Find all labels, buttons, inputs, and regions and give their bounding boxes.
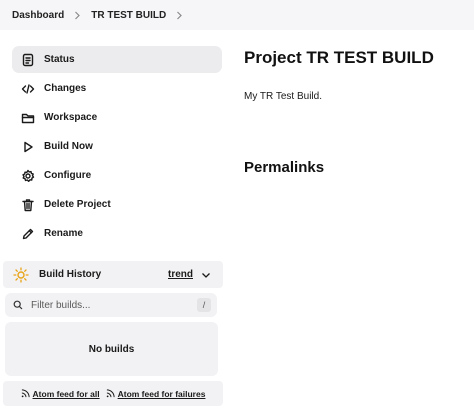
permalinks-heading: Permalinks — [244, 159, 325, 176]
pencil-icon — [21, 227, 35, 241]
sidebar-item-label: Changes — [44, 83, 87, 94]
sidebar-item-label: Build Now — [44, 141, 93, 152]
sidebar-item-delete-project[interactable]: Delete Project — [12, 191, 222, 218]
chevron-right-icon — [74, 11, 81, 20]
main-content: Project TR TEST BUILD My TR Test Build. … — [244, 48, 464, 176]
sidebar-item-label: Delete Project — [44, 199, 111, 210]
atom-feeds: Atom feed for all Atom feed for failures — [3, 381, 223, 406]
breadcrumb: Dashboard TR TEST BUILD — [0, 0, 474, 30]
folder-icon — [21, 111, 35, 125]
sun-icon — [13, 266, 29, 283]
chevron-down-icon[interactable] — [201, 270, 211, 280]
sidebar-item-rename[interactable]: Rename — [12, 220, 222, 247]
build-history-header: Build History trend — [3, 261, 223, 288]
build-history-title: Build History — [39, 269, 102, 280]
sidebar-item-status[interactable]: Status — [12, 46, 222, 73]
sidebar-item-configure[interactable]: Configure — [12, 162, 222, 189]
page-title: Project TR TEST BUILD — [244, 48, 434, 67]
filter-builds: / — [5, 293, 217, 317]
sidebar-item-label: Rename — [44, 228, 83, 239]
sidebar-item-workspace[interactable]: Workspace — [12, 104, 222, 131]
search-icon — [13, 300, 23, 310]
chevron-right-icon[interactable] — [176, 11, 183, 20]
rss-icon — [21, 389, 30, 398]
trash-icon — [21, 198, 35, 212]
breadcrumb-dashboard[interactable]: Dashboard — [12, 10, 64, 21]
atom-feed-all-link[interactable]: Atom feed for all — [21, 389, 100, 399]
filter-builds-input[interactable] — [31, 299, 191, 311]
sidebar-item-label: Configure — [44, 170, 92, 181]
atom-feed-failures-label: Atom feed for failures — [117, 388, 206, 399]
code-icon — [21, 82, 35, 96]
keyboard-shortcut-badge: / — [197, 298, 211, 312]
breadcrumb-project[interactable]: TR TEST BUILD — [91, 10, 166, 21]
project-description: My TR Test Build. — [244, 91, 322, 102]
sidebar-item-label: Status — [44, 54, 75, 65]
gear-icon — [21, 169, 35, 183]
document-icon — [21, 53, 35, 67]
sidebar-item-build-now[interactable]: Build Now — [12, 133, 222, 160]
atom-feed-all-label: Atom feed for all — [32, 388, 100, 399]
play-icon — [21, 140, 35, 154]
sidebar-item-label: Workspace — [44, 112, 98, 123]
atom-feed-failures-link[interactable]: Atom feed for failures — [106, 388, 206, 399]
rss-icon — [106, 389, 115, 398]
no-builds-text: No builds — [88, 343, 135, 355]
trend-link[interactable]: trend — [168, 269, 193, 280]
no-builds-message: No builds — [5, 322, 218, 376]
sidebar-item-changes[interactable]: Changes — [12, 75, 222, 102]
